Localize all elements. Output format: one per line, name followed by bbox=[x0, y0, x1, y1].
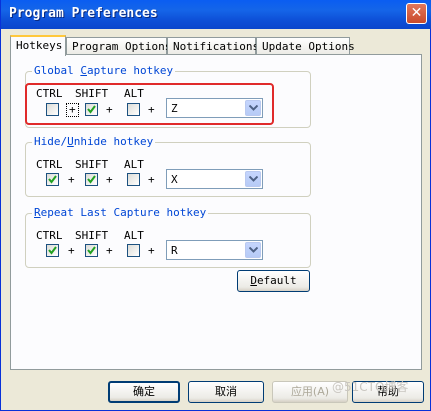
alt-label: ALT bbox=[124, 158, 144, 171]
title-bar[interactable]: Program Preferences ✕ bbox=[1, 0, 431, 29]
tab-notifications[interactable]: Notifications bbox=[167, 37, 259, 54]
dropdown-button[interactable] bbox=[245, 242, 261, 258]
shift-label: SHIFT bbox=[75, 158, 109, 171]
close-icon: ✕ bbox=[410, 5, 423, 21]
alt-label: ALT bbox=[124, 229, 144, 242]
key-select[interactable]: X bbox=[166, 169, 263, 189]
alt-checkbox[interactable] bbox=[127, 173, 140, 186]
cancel-button[interactable]: 取消 bbox=[188, 381, 264, 403]
plus-sign: + bbox=[106, 173, 113, 186]
watermark: @51CTO博客 bbox=[332, 380, 409, 394]
chevron-down-icon bbox=[249, 176, 258, 182]
check-icon bbox=[48, 175, 57, 184]
plus-sign: + bbox=[68, 173, 75, 186]
check-icon bbox=[87, 175, 96, 184]
preferences-window: Program Preferences ✕ Hotkeys Program Op… bbox=[0, 0, 431, 411]
plus-sign: + bbox=[68, 244, 75, 257]
group-label: Global Capture hotkey bbox=[32, 64, 176, 77]
red-highlight-annotation bbox=[25, 83, 274, 125]
tab-program-options[interactable]: Program Options bbox=[66, 37, 171, 54]
ctrl-checkbox[interactable] bbox=[46, 244, 59, 257]
group-label: Hide/Unhide hotkey bbox=[32, 135, 156, 148]
plus-sign: + bbox=[106, 244, 113, 257]
alt-checkbox[interactable] bbox=[127, 244, 140, 257]
ctrl-label: CTRL bbox=[36, 158, 63, 171]
key-value: R bbox=[171, 244, 178, 257]
tab-update-options[interactable]: Update Options bbox=[256, 37, 355, 54]
key-select[interactable]: R bbox=[166, 240, 263, 260]
repeat-capture-group: Repeat Last Capture hotkey CTRL SHIFT AL… bbox=[25, 206, 311, 268]
ctrl-checkbox[interactable] bbox=[46, 173, 59, 186]
ctrl-label: CTRL bbox=[36, 229, 63, 242]
close-button[interactable]: ✕ bbox=[406, 3, 427, 24]
tab-hotkeys[interactable]: Hotkeys bbox=[10, 35, 66, 56]
dropdown-button[interactable] bbox=[245, 171, 261, 187]
check-icon bbox=[87, 246, 96, 255]
check-icon bbox=[48, 246, 57, 255]
key-value: X bbox=[171, 173, 178, 186]
default-button[interactable]: Default bbox=[237, 270, 310, 292]
plus-sign: + bbox=[148, 244, 155, 257]
shift-label: SHIFT bbox=[75, 229, 109, 242]
ok-button[interactable]: 确定 bbox=[108, 381, 180, 403]
chevron-down-icon bbox=[249, 247, 258, 253]
shift-checkbox[interactable] bbox=[85, 244, 98, 257]
group-label: Repeat Last Capture hotkey bbox=[32, 206, 209, 219]
window-title: Program Preferences bbox=[9, 6, 158, 21]
hide-unhide-group: Hide/Unhide hotkey CTRL SHIFT ALT + + + … bbox=[25, 135, 311, 197]
shift-checkbox[interactable] bbox=[85, 173, 98, 186]
plus-sign: + bbox=[148, 173, 155, 186]
